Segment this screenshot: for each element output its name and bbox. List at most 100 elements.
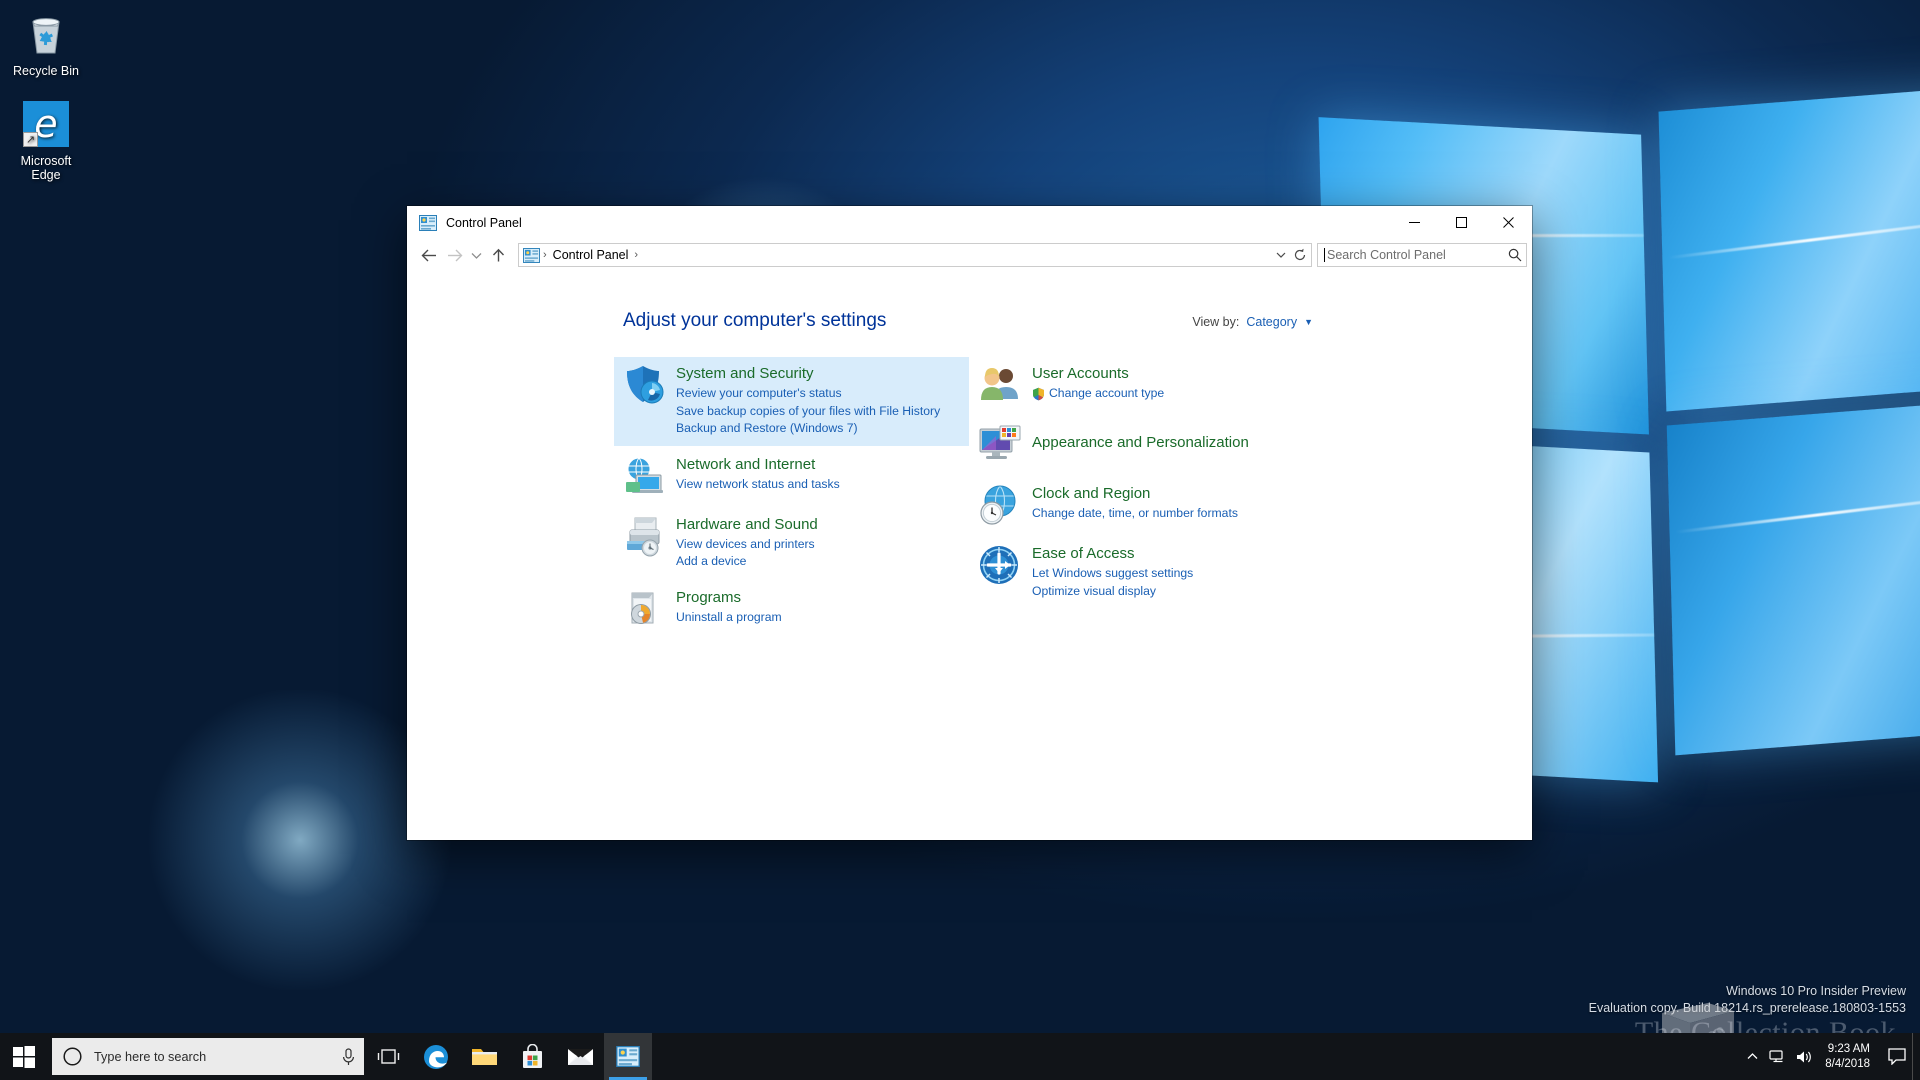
- desktop-icon-label-line2: Edge: [31, 168, 61, 182]
- desktop[interactable]: Recycle Bin e ↗ Microsoft Edge Control P…: [0, 0, 1920, 1080]
- network-icon: [1769, 1049, 1783, 1062]
- category-link-row[interactable]: Change account type: [1032, 385, 1164, 403]
- search-input[interactable]: Search Control Panel: [1327, 248, 1508, 262]
- category-ease-of-access[interactable]: Ease of Access Let Windows suggest setti…: [970, 537, 1330, 608]
- category-title[interactable]: Network and Internet: [676, 455, 840, 474]
- speaker-icon: [1797, 1051, 1812, 1062]
- control-panel-content: Adjust your computer's settings View by:…: [407, 271, 1532, 840]
- show-desktop-button[interactable]: [1912, 1033, 1920, 1080]
- taskbar-button-control-panel[interactable]: [604, 1033, 652, 1080]
- taskbar-button-task-view[interactable]: [364, 1033, 412, 1080]
- maximize-button[interactable]: [1438, 206, 1485, 239]
- control-panel-icon: [616, 1046, 640, 1067]
- category-link[interactable]: Backup and Restore (Windows 7): [676, 420, 940, 438]
- up-button[interactable]: [486, 242, 511, 268]
- category-appearance-and-personalization[interactable]: Appearance and Personalization: [970, 417, 1330, 475]
- search-icon[interactable]: [1508, 248, 1522, 262]
- printer-icon: [622, 514, 668, 558]
- forward-button[interactable]: [442, 242, 467, 268]
- window-titlebar[interactable]: Control Panel: [407, 206, 1532, 239]
- address-dropdown-button[interactable]: [1271, 244, 1290, 266]
- store-bag-icon: [522, 1044, 542, 1068]
- chevron-down-icon: [1276, 252, 1285, 258]
- category-system-and-security[interactable]: System and Security Review your computer…: [614, 357, 969, 446]
- category-link[interactable]: Uninstall a program: [676, 609, 782, 627]
- taskbar-button-edge[interactable]: [412, 1033, 460, 1080]
- window-controls[interactable]: [1391, 206, 1532, 239]
- text-caret: [1324, 248, 1325, 262]
- category-title[interactable]: Programs: [676, 588, 782, 607]
- clock-date: 8/4/2018: [1825, 1057, 1870, 1070]
- category-link[interactable]: View devices and printers: [676, 536, 818, 554]
- windows-evaluation-watermark: Windows 10 Pro Insider Preview Evaluatio…: [1589, 983, 1906, 1017]
- task-view-icon: [377, 1049, 399, 1064]
- network-status-button[interactable]: [1765, 1049, 1791, 1065]
- close-button[interactable]: [1485, 206, 1532, 239]
- recent-locations-button[interactable]: [467, 242, 486, 268]
- taskbar-button-mail[interactable]: [556, 1033, 604, 1080]
- category-title[interactable]: User Accounts: [1032, 364, 1164, 383]
- show-hidden-icons-button[interactable]: [1739, 1052, 1765, 1061]
- breadcrumb-control-panel-icon: [523, 247, 540, 263]
- category-title[interactable]: Appearance and Personalization: [1032, 433, 1249, 452]
- cortana-circle-icon: [63, 1047, 82, 1066]
- arrow-right-icon: [448, 249, 463, 261]
- category-clock-and-region[interactable]: Clock and Region Change date, time, or n…: [970, 477, 1330, 535]
- category-link[interactable]: Add a device: [676, 553, 818, 571]
- navigation-toolbar[interactable]: › Control Panel › Search Control Panel: [407, 239, 1532, 271]
- monitor-palette-icon: [978, 423, 1024, 467]
- category-link[interactable]: Change date, time, or number formats: [1032, 505, 1238, 523]
- clock-time: 9:23 AM: [1827, 1042, 1870, 1055]
- microphone-icon[interactable]: [341, 1047, 356, 1066]
- view-by-label: View by:: [1192, 315, 1240, 329]
- network-globe-icon: [622, 454, 668, 498]
- volume-button[interactable]: [1791, 1049, 1817, 1065]
- control-panel-icon: [419, 214, 437, 231]
- shortcut-arrow-icon: ↗: [23, 132, 38, 147]
- refresh-button[interactable]: [1290, 244, 1309, 266]
- taskbar-search-box[interactable]: Type here to search: [52, 1038, 364, 1075]
- category-title[interactable]: Hardware and Sound: [676, 515, 818, 534]
- windows-logo-icon: [13, 1045, 35, 1068]
- users-icon: [978, 363, 1024, 407]
- search-control-panel-box[interactable]: Search Control Panel: [1317, 243, 1527, 267]
- breadcrumb-item-control-panel[interactable]: Control Panel: [548, 248, 634, 262]
- category-link[interactable]: Save backup copies of your files with Fi…: [676, 403, 940, 421]
- category-title[interactable]: Clock and Region: [1032, 484, 1238, 503]
- breadcrumb-separator-trailing[interactable]: ›: [633, 249, 639, 261]
- control-panel-window[interactable]: Control Panel › Control Panel › Search C…: [407, 206, 1532, 840]
- category-user-accounts[interactable]: User Accounts Change account type: [970, 357, 1330, 415]
- category-link[interactable]: Review your computer's status: [676, 385, 940, 403]
- taskbar[interactable]: Type here to search 9:23 AM 8/4/2018: [0, 1033, 1920, 1080]
- desktop-icon-recycle-bin[interactable]: Recycle Bin: [2, 10, 90, 78]
- taskbar-button-file-explorer[interactable]: [460, 1033, 508, 1080]
- folder-icon: [471, 1049, 497, 1065]
- notification-icon: [1888, 1048, 1906, 1065]
- desktop-icon-label: Recycle Bin: [13, 64, 79, 78]
- start-button[interactable]: [0, 1033, 48, 1080]
- view-by-value[interactable]: Category: [1246, 315, 1297, 329]
- watermark-line-1: Windows 10 Pro Insider Preview: [1726, 984, 1906, 998]
- taskbar-button-microsoft-store[interactable]: [508, 1033, 556, 1080]
- system-tray[interactable]: 9:23 AM 8/4/2018: [1739, 1033, 1920, 1080]
- chevron-down-icon[interactable]: ▼: [1304, 317, 1313, 327]
- programs-disc-icon: [622, 587, 668, 631]
- category-title[interactable]: System and Security: [676, 364, 940, 383]
- category-link[interactable]: Let Windows suggest settings: [1032, 565, 1193, 583]
- category-link[interactable]: View network status and tasks: [676, 476, 840, 494]
- minimize-button[interactable]: [1391, 206, 1438, 239]
- clock-globe-icon: [978, 483, 1024, 527]
- view-by-control[interactable]: View by: Category ▼: [1192, 315, 1313, 329]
- desktop-icon-microsoft-edge[interactable]: e ↗ Microsoft Edge: [2, 100, 90, 182]
- category-link[interactable]: Change account type: [1049, 385, 1164, 403]
- window-title: Control Panel: [446, 215, 522, 230]
- action-center-button[interactable]: [1882, 1048, 1912, 1065]
- category-title[interactable]: Ease of Access: [1032, 544, 1193, 563]
- back-button[interactable]: [417, 242, 442, 268]
- shield-icon: [622, 363, 668, 407]
- taskbar-search-input[interactable]: Type here to search: [94, 1050, 341, 1064]
- recycle-bin-icon: [2, 10, 90, 58]
- clock[interactable]: 9:23 AM 8/4/2018: [1817, 1042, 1882, 1072]
- category-link[interactable]: Optimize visual display: [1032, 583, 1193, 601]
- address-bar[interactable]: › Control Panel ›: [518, 243, 1312, 267]
